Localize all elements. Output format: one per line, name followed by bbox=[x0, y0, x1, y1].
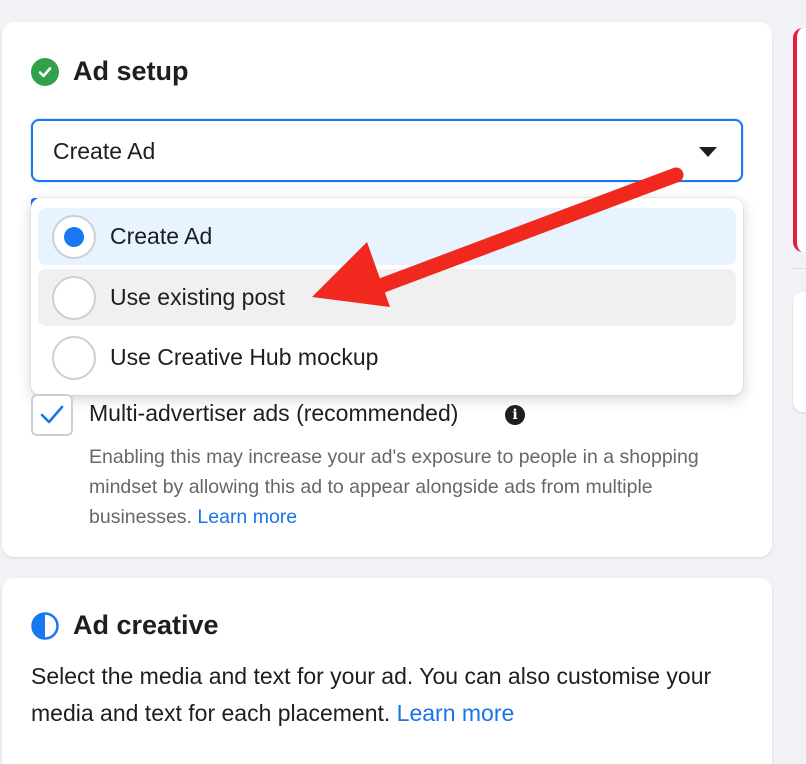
option-create-ad[interactable]: Create Ad bbox=[38, 208, 736, 265]
option-label: Use Creative Hub mockup bbox=[110, 344, 379, 370]
multi-advertiser-checkbox[interactable] bbox=[31, 394, 73, 436]
option-label: Create Ad bbox=[110, 223, 213, 249]
multi-advertiser-description: Enabling this may increase your ad's exp… bbox=[89, 442, 749, 532]
learn-more-link[interactable]: Learn more bbox=[197, 506, 297, 528]
learn-more-link[interactable]: Learn more bbox=[397, 700, 515, 726]
creative-source-select[interactable]: Create Ad bbox=[31, 119, 743, 182]
ad-creative-description: Select the media and text for your ad. Y… bbox=[31, 658, 751, 732]
right-panel-card bbox=[793, 292, 806, 412]
option-use-creative-hub-mockup[interactable]: Use Creative Hub mockup bbox=[38, 329, 736, 386]
option-label: Use existing post bbox=[110, 284, 286, 310]
info-icon[interactable]: i bbox=[505, 405, 525, 425]
check-circle-icon bbox=[31, 58, 59, 86]
select-value: Create Ad bbox=[53, 138, 156, 164]
right-panel-error-card bbox=[793, 28, 806, 252]
caret-down-icon bbox=[699, 147, 717, 157]
right-panel-divider bbox=[793, 268, 806, 269]
radio-unselected-icon bbox=[52, 335, 96, 380]
radio-selected-icon bbox=[52, 214, 96, 259]
ad-creative-description-text: Select the media and text for your ad. Y… bbox=[31, 663, 712, 726]
ad-creative-title: Ad creative bbox=[73, 610, 219, 640]
option-use-existing-post[interactable]: Use existing post bbox=[38, 269, 736, 326]
multi-advertiser-description-text: Enabling this may increase your ad's exp… bbox=[89, 446, 699, 528]
creative-source-dropdown-menu: Create Ad Use existing post Use Creative… bbox=[31, 198, 743, 395]
multi-advertiser-label: Multi-advertiser ads (recommended) bbox=[89, 400, 459, 426]
half-circle-icon bbox=[31, 612, 59, 640]
radio-unselected-icon bbox=[52, 275, 96, 320]
ad-setup-title: Ad setup bbox=[73, 56, 189, 86]
